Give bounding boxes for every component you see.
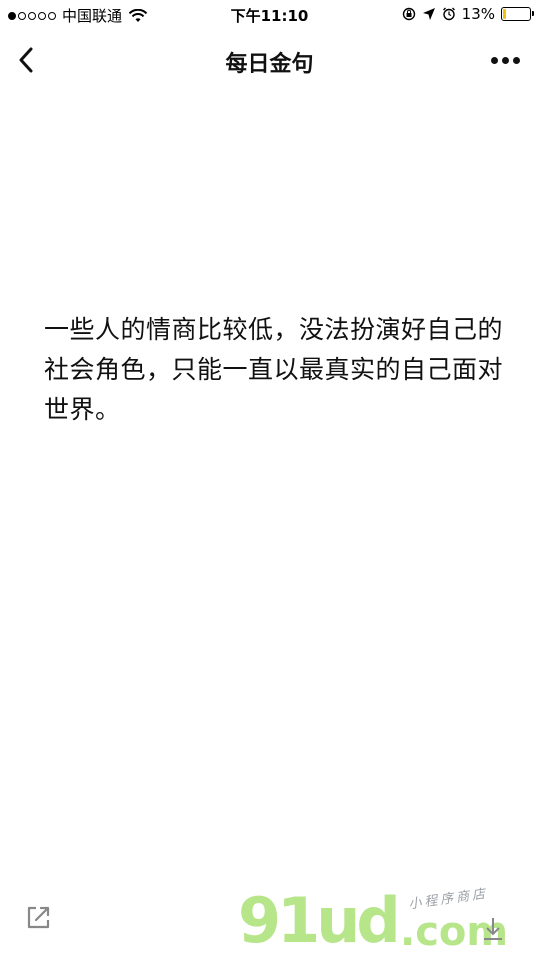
- more-dots-icon: [490, 56, 498, 64]
- rotation-lock-icon: [402, 7, 415, 21]
- watermark-logo: 91ud: [238, 884, 401, 957]
- navigation-bar: 每日金句: [0, 30, 539, 90]
- alarm-icon: [442, 7, 455, 21]
- more-button[interactable]: [485, 48, 525, 72]
- location-icon: [422, 8, 435, 20]
- status-bar: 中国联通 下午11:10 13%: [0, 0, 539, 30]
- download-icon: [484, 918, 502, 940]
- battery-percent: 13%: [461, 5, 495, 23]
- watermark: 91ud 小程序商店 .com: [238, 882, 528, 960]
- quote-text: 一些人的情商比较低，没法扮演好自己的社会角色，只能一直以最真实的自己面对世界。: [44, 315, 504, 424]
- page-title: 每日金句: [225, 52, 314, 77]
- battery-fill: [503, 9, 507, 19]
- status-right: 13%: [402, 5, 534, 23]
- share-icon[interactable]: [24, 902, 54, 932]
- battery-icon: [501, 7, 534, 21]
